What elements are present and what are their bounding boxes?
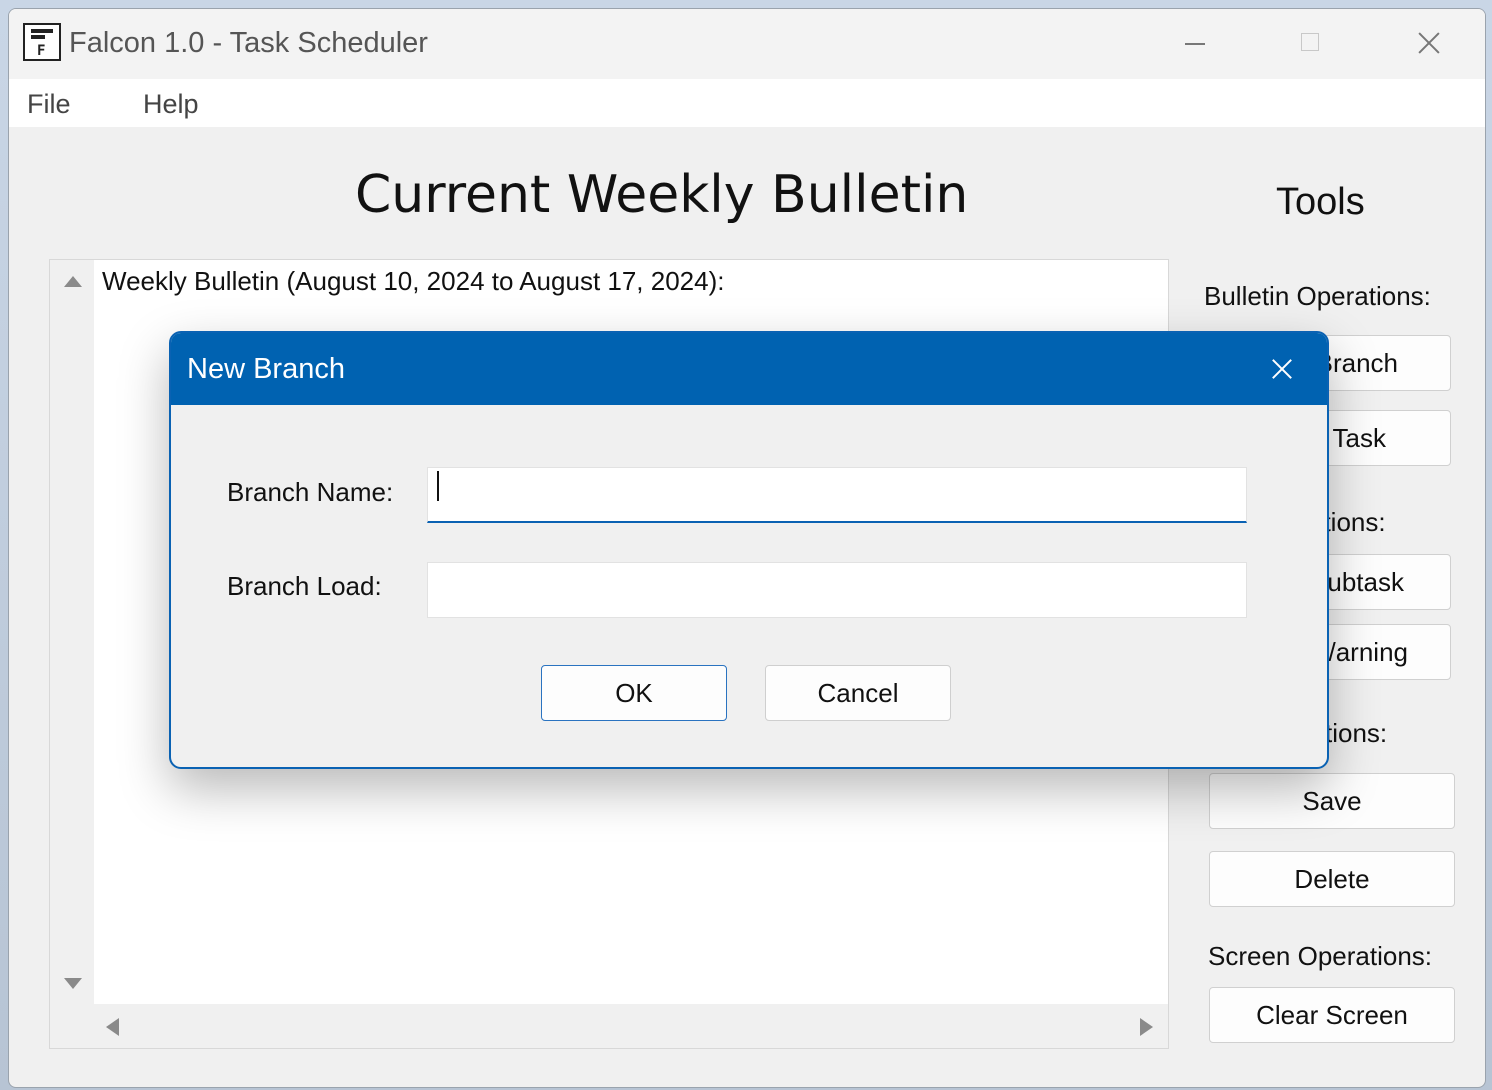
- horizontal-scrollbar[interactable]: [50, 1004, 1168, 1048]
- page-title: Current Weekly Bulletin: [355, 165, 969, 225]
- scroll-left-icon[interactable]: [106, 1018, 119, 1036]
- cancel-button[interactable]: Cancel: [765, 665, 951, 721]
- vertical-scrollbar[interactable]: [50, 260, 94, 1004]
- app-icon: F: [23, 23, 61, 61]
- tools-title: Tools: [1276, 181, 1365, 223]
- branch-load-input[interactable]: [427, 562, 1247, 618]
- ok-button[interactable]: OK: [541, 665, 727, 721]
- app-window: F Falcon 1.0 - Task Scheduler File Help …: [8, 8, 1486, 1088]
- menu-bar: File Help: [9, 79, 1485, 127]
- text-caret: [437, 471, 439, 501]
- dialog-close-icon[interactable]: [1261, 351, 1301, 387]
- title-bar[interactable]: F Falcon 1.0 - Task Scheduler: [9, 9, 1485, 79]
- new-branch-dialog: New Branch Branch Name: Branch Load: OK …: [169, 331, 1329, 769]
- maximize-icon[interactable]: [1281, 23, 1341, 63]
- new-subtask-button-label: ubtask: [1327, 566, 1404, 597]
- scroll-right-icon[interactable]: [1140, 1018, 1153, 1036]
- screen-operations-label: Screen Operations:: [1208, 941, 1433, 971]
- minimize-icon[interactable]: [1165, 23, 1225, 63]
- window-title: Falcon 1.0 - Task Scheduler: [69, 27, 428, 59]
- bulletin-header-text: Weekly Bulletin (August 10, 2024 to Augu…: [102, 266, 725, 296]
- dialog-title: New Branch: [187, 353, 345, 385]
- delete-button[interactable]: Delete: [1209, 851, 1455, 907]
- menu-help[interactable]: Help: [143, 89, 199, 120]
- menu-file[interactable]: File: [27, 89, 71, 120]
- branch-name-input[interactable]: [427, 467, 1247, 523]
- branch-name-label: Branch Name:: [227, 477, 394, 507]
- branch-load-label: Branch Load:: [227, 571, 382, 601]
- scroll-down-icon[interactable]: [64, 978, 82, 989]
- save-button[interactable]: Save: [1209, 773, 1455, 829]
- file-operations-label: tions:: [1325, 718, 1388, 748]
- bulletin-operations-label: Bulletin Operations:: [1204, 281, 1431, 311]
- new-task-button-label: Task: [1332, 422, 1386, 453]
- scroll-up-icon[interactable]: [64, 276, 82, 287]
- close-icon[interactable]: [1397, 23, 1457, 63]
- clear-screen-button[interactable]: Clear Screen: [1209, 987, 1455, 1043]
- new-warning-button-label: /arning: [1328, 636, 1409, 667]
- dialog-title-bar[interactable]: New Branch: [171, 333, 1327, 405]
